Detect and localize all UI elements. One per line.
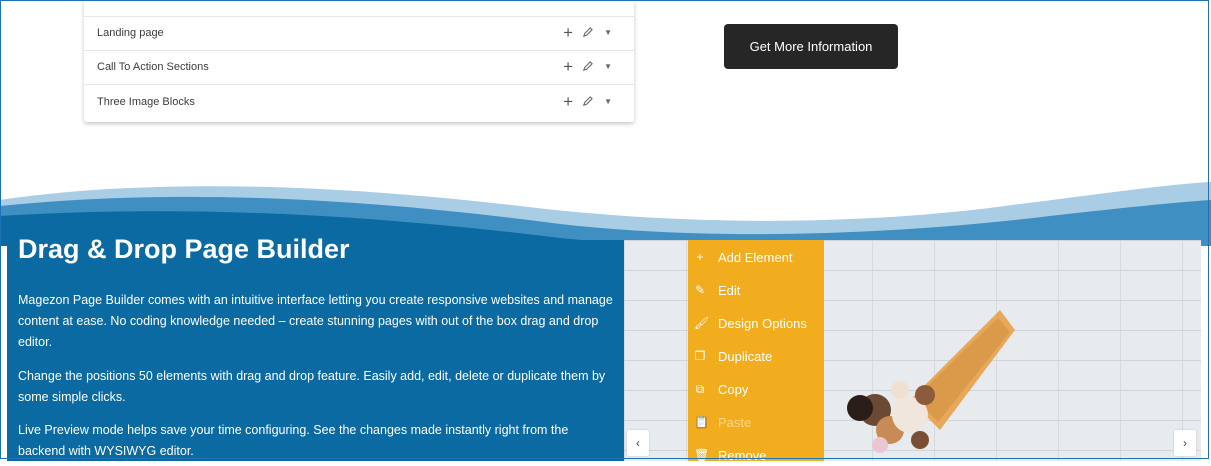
get-more-information-button[interactable]: Get More Information <box>724 24 898 69</box>
pencil-icon: ✎ <box>694 283 706 297</box>
section-heading: Drag & Drop Page Builder <box>18 234 350 264</box>
section-paragraph: Change the positions 50 elements with dr… <box>18 369 606 404</box>
chevron-down-icon[interactable]: ▼ <box>604 97 612 106</box>
menu-item-add-element[interactable]: + Add Element <box>694 246 792 268</box>
template-row-partial <box>84 0 634 17</box>
section-paragraph: Magezon Page Builder comes with an intui… <box>18 293 613 349</box>
template-list-panel: Landing page + ▼ Call To Action Sections… <box>84 0 634 122</box>
add-icon[interactable]: + <box>563 24 573 41</box>
chevron-down-icon[interactable]: ▼ <box>604 62 612 71</box>
trash-icon: 🗑 <box>694 448 710 462</box>
menu-item-design-options[interactable]: 🖌 Design Options <box>694 312 807 334</box>
brush-icon: 🖌 <box>694 316 710 330</box>
section-paragraph: Live Preview mode helps save your time c… <box>18 423 569 458</box>
menu-item-edit[interactable]: ✎ Edit <box>694 279 740 301</box>
menu-item-duplicate[interactable]: ❐ Duplicate <box>694 345 773 367</box>
menu-item-paste: 📋 Paste <box>694 414 752 430</box>
ice-cream-image <box>847 310 1015 453</box>
edit-icon[interactable] <box>582 61 593 72</box>
plus-icon: + <box>696 250 704 264</box>
chevron-left-icon[interactable]: ‹ <box>627 430 649 456</box>
add-icon[interactable]: + <box>563 58 573 75</box>
chevron-right-icon[interactable]: › <box>1174 430 1196 456</box>
template-row[interactable]: Landing page + ▼ <box>84 17 634 51</box>
template-row-label: Landing page <box>97 27 164 39</box>
duplicate-icon: ❐ <box>694 349 706 363</box>
edit-icon[interactable] <box>582 27 593 38</box>
template-row[interactable]: Three Image Blocks + ▼ <box>84 86 634 120</box>
copy-icon: ⧉ <box>695 381 705 396</box>
menu-item-remove[interactable]: 🗑 Remove <box>694 444 766 466</box>
template-row-label: Call To Action Sections <box>97 61 209 73</box>
element-context-menu: + Add Element ✎ Edit 🖌 Design Options ❐ Dupl… <box>688 240 824 463</box>
template-row[interactable]: Call To Action Sections + ▼ <box>84 51 634 85</box>
template-row-label: Three Image Blocks <box>97 96 195 108</box>
menu-item-copy[interactable]: ⧉ Copy <box>694 378 749 400</box>
chevron-down-icon[interactable]: ▼ <box>604 28 612 37</box>
add-icon[interactable]: + <box>563 93 573 110</box>
paste-icon: 📋 <box>694 415 709 429</box>
edit-icon[interactable] <box>582 96 593 107</box>
